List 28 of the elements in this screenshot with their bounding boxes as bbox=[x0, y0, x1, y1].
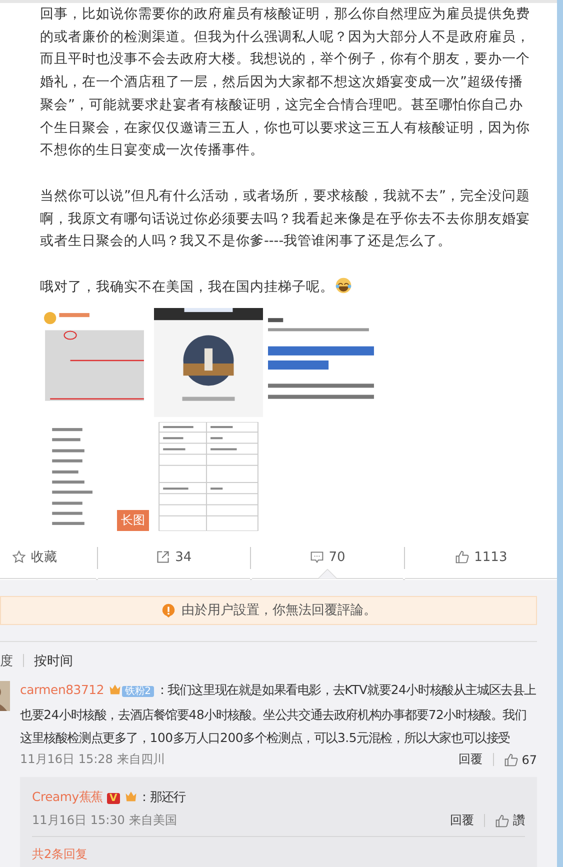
sort-tab[interactable]: 度 bbox=[0, 652, 13, 670]
thumbs-up-icon bbox=[455, 550, 470, 564]
comment-text: carmen83712 铁粉2 ：我们这里现在就是如果看电影，去KTV就要24小时核酸从主城区去县上也要24小时核酸，去酒店餐馆要48小时核酸。坐公共交通去政府机构办事都要72小时核酸。我们这里核酸检测点更多了，100多万人口200多个检测点，可以3.5元混检，所以大家也可以接受 bbox=[20, 680, 537, 747]
post-paragraph: 回事，比如说你需要你的政府雇员有核酸证明，那么你自然理应为雇员提供免费的或者廉价的检测渠道。但我为什么强调私人呢？因为大部分人不是政府雇员，而且平时也没事不会去政府大楼。我想说的，举个例子，你有个朋友，要办一个婚礼，在一个酒店租了一层，然后因为大家都不想这次婚宴变成一次”超级传播聚会”，可能就要求赴宴者有核酸证明，这完全合情合理吧。甚至哪怕你自己办个生日聚会，在家仅仅邀请三五人，你也可以要求这三五人有核酸证明，因为你不想你的生日宴变成一次传播事件。 bbox=[40, 5, 531, 160]
reply-link[interactable]: 回覆 bbox=[458, 751, 483, 768]
reply-time: 11月16日 15:30 来自美国 bbox=[32, 812, 177, 830]
post-paragraph: 哦对了，我确实不在美国，我在国内挂梯子呢。 bbox=[40, 276, 532, 299]
sort-tab[interactable]: 按时间 bbox=[34, 652, 73, 670]
thumbs-up-icon bbox=[495, 814, 509, 828]
laughing-emoji-icon bbox=[335, 277, 352, 294]
favorite-button[interactable]: 收藏 bbox=[0, 536, 96, 579]
fan-badge: 铁粉2 bbox=[122, 686, 154, 697]
share-button[interactable]: 34 bbox=[98, 536, 250, 579]
comment-icon bbox=[310, 550, 324, 564]
like-button[interactable]: 讚 bbox=[495, 812, 525, 830]
thumbs-up-icon bbox=[504, 752, 518, 767]
post-paragraph: 当然你可以说”但凡有什么活动，或者场所，要求核酸，我就不去”，完全没问题啊，我原文有哪句话说过你必须要去吗？我看起来像是在乎你去不去你朋友婚宴或者生日聚会的人吗？我又不是你爹----我管谁闲事了还是怎么了。 bbox=[40, 186, 532, 252]
warning-icon bbox=[160, 602, 176, 618]
reply-link[interactable]: 回覆 bbox=[450, 812, 474, 830]
star-icon bbox=[12, 550, 26, 564]
share-icon bbox=[156, 550, 170, 564]
comment-button[interactable]: 70 bbox=[252, 536, 404, 579]
notice-text: 由於用户設置，你無法回覆評論。 bbox=[182, 602, 376, 620]
reply-text: Creamy蕉蕉 V ：那还行 bbox=[32, 788, 186, 806]
comment-time: 11月16日 15:28 来自四川 bbox=[20, 751, 165, 768]
long-image-badge: 长图 bbox=[117, 510, 149, 531]
like-button[interactable]: 67 bbox=[504, 752, 537, 767]
verified-badge: V bbox=[106, 792, 120, 804]
